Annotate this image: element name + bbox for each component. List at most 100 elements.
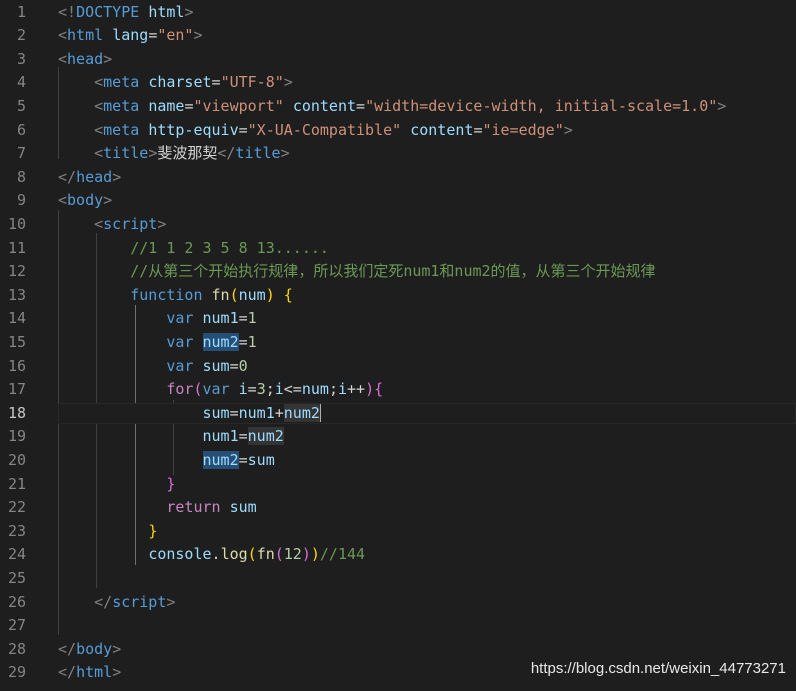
code-line[interactable]: 25	[0, 567, 796, 591]
code-line[interactable]: 20 num2=sum	[0, 449, 796, 473]
code-line[interactable]: 22 return sum	[0, 496, 796, 520]
code-line[interactable]: 4 <meta charset="UTF-8">	[0, 71, 796, 95]
code-line[interactable]: 21 }	[0, 473, 796, 497]
code-token: 12	[283, 545, 302, 564]
code-token: "viewport"	[193, 96, 284, 115]
code-text[interactable]: <!DOCTYPE html>	[58, 1, 193, 25]
code-token: "en"	[157, 26, 194, 45]
code-line[interactable]: 10 <script>	[0, 213, 796, 237]
code-text[interactable]: </script>	[58, 591, 175, 615]
code-line[interactable]: 13 function fn(num) {	[0, 284, 796, 308]
code-line[interactable]: 6 <meta http-equiv="X-UA-Compatible" con…	[0, 119, 796, 143]
code-token: =	[238, 427, 248, 446]
code-text[interactable]: num1=num2	[58, 425, 284, 449]
code-token: ;	[328, 380, 338, 399]
code-line[interactable]: 23 }	[0, 520, 796, 544]
line-number: 7	[16, 144, 26, 163]
code-text[interactable]: //从第三个开始执行规律，所以我们定死num1和num2的值，从第三个开始规律	[58, 260, 655, 284]
code-line[interactable]: 5 <meta name="viewport" content="width=d…	[0, 95, 796, 119]
code-line[interactable]: 28 </body>	[0, 638, 796, 662]
code-line[interactable]: 3 <head>	[0, 48, 796, 72]
code-text[interactable]: </head>	[58, 166, 121, 190]
line-number: 4	[16, 73, 26, 92]
code-token: meta	[103, 73, 140, 92]
code-line[interactable]: 26 </script>	[0, 591, 796, 615]
code-text[interactable]: }	[58, 473, 175, 497]
code-text[interactable]: <meta http-equiv="X-UA-Compatible" conte…	[58, 119, 573, 143]
code-line[interactable]: 12 //从第三个开始执行规律，所以我们定死num1和num2的值，从第三个开始…	[0, 260, 796, 284]
code-text[interactable]: <body>	[58, 189, 112, 213]
code-line[interactable]: 9 <body>	[0, 189, 796, 213]
code-token: (	[274, 545, 284, 564]
code-text[interactable]: </body>	[58, 638, 121, 662]
code-token: meta	[103, 120, 140, 139]
code-text[interactable]: //1 1 2 3 5 8 13......	[58, 237, 329, 261]
code-token: function	[130, 285, 203, 304]
code-text[interactable]: var num1=1	[58, 307, 256, 331]
watermark: https://blog.csdn.net/weixin_44773271	[530, 660, 786, 677]
code-line[interactable]: 14 var num1=1	[0, 307, 796, 331]
code-line[interactable]: 27	[0, 614, 796, 638]
code-text[interactable]: function fn(num) {	[58, 284, 293, 308]
code-token: title	[235, 144, 281, 163]
code-token: log	[220, 545, 248, 564]
code-token: sum	[202, 403, 230, 422]
code-token: <	[94, 120, 104, 139]
code-token: http-equiv	[148, 120, 239, 139]
code-token: sum	[229, 498, 257, 517]
code-token: ;	[265, 380, 275, 399]
code-editor[interactable]: 1 <!DOCTYPE html> 2 <html lang="en"> 3 <head>…	[0, 0, 796, 691]
code-text[interactable]: <html lang="en">	[58, 24, 203, 48]
code-line[interactable]: 17 for(var i=3;i<=num;i++){	[0, 378, 796, 402]
code-token: <	[94, 73, 104, 92]
code-text[interactable]: <head>	[58, 48, 112, 72]
code-token: DOCTYPE	[76, 2, 140, 21]
code-token: body	[67, 191, 104, 210]
code-line[interactable]: 16 var sum=0	[0, 355, 796, 379]
code-text[interactable]: var num2=1	[58, 331, 257, 355]
code-text[interactable]: <script>	[58, 213, 166, 237]
code-line[interactable]: 7 <title>斐波那契</title>	[0, 142, 796, 166]
code-line[interactable]: 1 <!DOCTYPE html>	[0, 1, 796, 25]
code-line[interactable]: 19 num1=num2	[0, 425, 796, 449]
code-line[interactable]: 2 <html lang="en">	[0, 24, 796, 48]
code-line[interactable]: 8 </head>	[0, 166, 796, 190]
code-text[interactable]: return sum	[58, 496, 257, 520]
code-line[interactable]: 11 //1 1 2 3 5 8 13......	[0, 237, 796, 261]
code-token: >	[280, 144, 290, 163]
code-text[interactable]: <meta name="viewport" content="width=dev…	[58, 95, 726, 119]
code-text[interactable]: <meta charset="UTF-8">	[58, 71, 293, 95]
code-text[interactable]: var sum=0	[58, 355, 247, 379]
code-token: html	[148, 2, 185, 21]
code-text[interactable]: }	[58, 520, 157, 544]
code-text[interactable]: console.log(fn(12))//144	[58, 543, 365, 567]
code-token: <!	[58, 2, 77, 21]
code-token: "X-UA-Compatible"	[247, 120, 402, 139]
code-token: >	[563, 120, 573, 139]
code-line[interactable]: 24 console.log(fn(12))//144	[0, 543, 796, 567]
code-token: <	[94, 214, 104, 233]
code-line[interactable]: 15 var num2=1	[0, 331, 796, 355]
code-token: i	[274, 380, 284, 399]
line-number: 13	[7, 285, 26, 304]
code-token: >	[166, 592, 176, 611]
code-token: sum	[202, 356, 230, 375]
code-token: script	[103, 214, 158, 233]
code-token: 3	[256, 380, 266, 399]
code-token: num2	[202, 450, 239, 469]
code-text[interactable]: sum=num1+num2	[58, 402, 321, 426]
code-line[interactable]: 18 sum=num1+num2	[0, 402, 796, 426]
code-text[interactable]: <title>斐波那契</title>	[58, 142, 290, 166]
code-token: </	[58, 639, 77, 658]
code-text[interactable]: </html>	[58, 661, 121, 685]
code-token: num1	[238, 403, 275, 422]
code-text[interactable]: for(var i=3;i<=num;i++){	[58, 378, 383, 402]
code-text[interactable]: num2=sum	[58, 449, 275, 473]
